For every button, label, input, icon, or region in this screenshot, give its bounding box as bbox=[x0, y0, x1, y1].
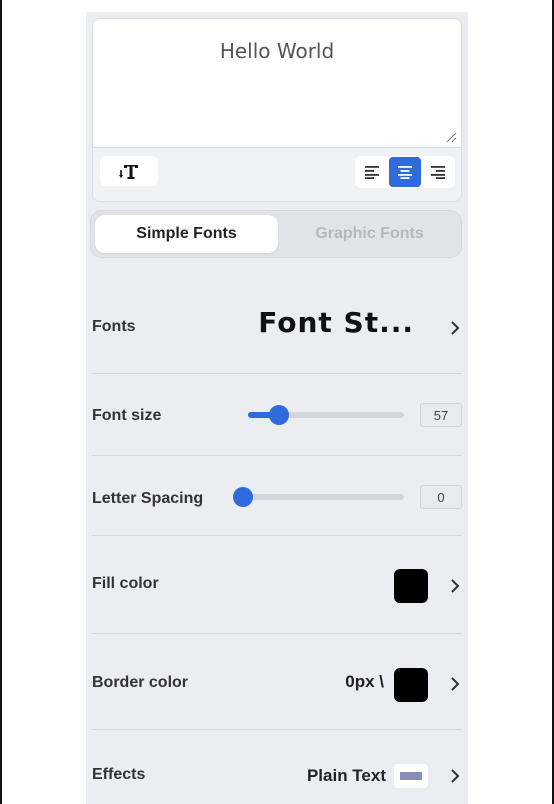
effects-row[interactable]: Effects Plain Text bbox=[92, 730, 462, 804]
align-center-button[interactable] bbox=[388, 157, 422, 187]
align-center-icon bbox=[398, 166, 412, 179]
letter-spacing-row: Letter Spacing 0 bbox=[92, 456, 462, 536]
effects-label: Effects bbox=[92, 766, 146, 783]
chevron-right-icon bbox=[451, 677, 460, 691]
border-width-value: 0px \ bbox=[345, 672, 384, 691]
text-settings-panel: Hello World Simple Fonts Graphic Fonts F… bbox=[86, 12, 468, 804]
tab-simple-fonts[interactable]: Simple Fonts bbox=[95, 215, 278, 253]
letter-spacing-slider[interactable] bbox=[233, 487, 404, 507]
chevron-right-icon bbox=[451, 769, 460, 783]
fonts-row[interactable]: Fonts Font St... bbox=[92, 280, 462, 374]
font-size-row: Font size 57 bbox=[92, 374, 462, 456]
border-color-row[interactable]: Border color 0px \ bbox=[92, 634, 462, 730]
text-style-button[interactable] bbox=[100, 156, 158, 186]
chevron-right-icon bbox=[451, 579, 460, 593]
border-color-swatch[interactable] bbox=[394, 668, 428, 702]
fonts-label: Fonts bbox=[92, 318, 136, 335]
effect-preview-bar bbox=[400, 772, 422, 780]
chevron-right-icon bbox=[451, 321, 460, 335]
letter-spacing-slider-thumb[interactable] bbox=[233, 487, 253, 507]
fill-color-swatch[interactable] bbox=[394, 569, 428, 603]
font-preview: Font St... bbox=[258, 306, 414, 339]
editor-toolbar bbox=[93, 147, 461, 201]
text-input[interactable]: Hello World bbox=[93, 39, 461, 63]
fill-color-row[interactable]: Fill color bbox=[92, 536, 462, 634]
align-left-icon bbox=[365, 166, 380, 179]
effect-value: Plain Text bbox=[306, 766, 386, 785]
text-style-icon bbox=[119, 165, 138, 179]
align-right-icon bbox=[430, 166, 445, 179]
letter-spacing-label: Letter Spacing bbox=[92, 490, 204, 507]
border-color-label: Border color bbox=[92, 674, 189, 691]
font-size-slider-thumb[interactable] bbox=[269, 405, 290, 425]
font-type-tabs: Simple Fonts Graphic Fonts bbox=[90, 210, 462, 258]
resize-handle-icon[interactable] bbox=[445, 131, 457, 143]
align-left-button[interactable] bbox=[356, 157, 389, 187]
text-editor[interactable]: Hello World bbox=[92, 18, 462, 202]
align-right-button[interactable] bbox=[421, 157, 454, 187]
fill-color-label: Fill color bbox=[92, 575, 159, 592]
font-size-slider[interactable] bbox=[248, 405, 404, 425]
window-left-border bbox=[0, 0, 2, 804]
letter-spacing-value[interactable]: 0 bbox=[420, 485, 462, 509]
font-size-label: Font size bbox=[92, 407, 162, 424]
font-size-value[interactable]: 57 bbox=[420, 403, 462, 427]
tab-graphic-fonts[interactable]: Graphic Fonts bbox=[278, 215, 461, 253]
alignment-group bbox=[355, 156, 455, 188]
effect-preview[interactable] bbox=[394, 764, 428, 788]
